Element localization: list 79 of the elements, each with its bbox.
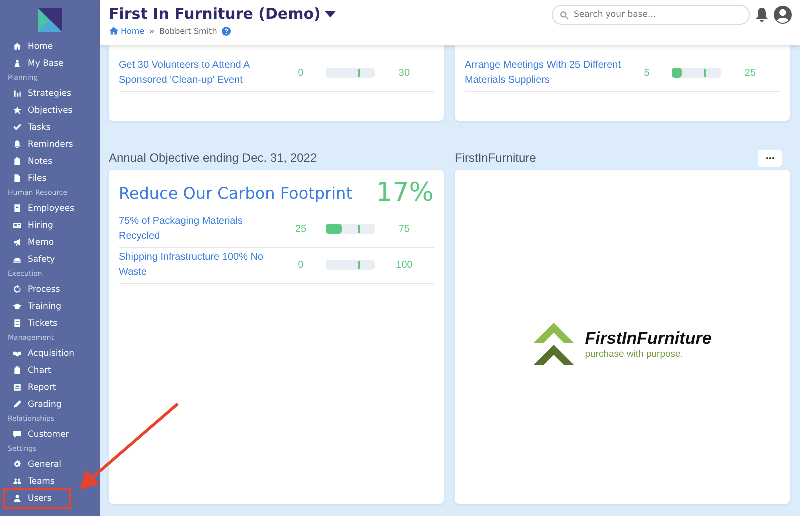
breadcrumb-current: Bobbert Smith [160, 26, 218, 36]
pen-icon [13, 400, 22, 409]
sidebar-item[interactable]: Employees [5, 200, 79, 217]
sidebar-item[interactable]: Grading [5, 396, 66, 413]
target-value: 30 [398, 68, 412, 78]
card-icon [13, 221, 22, 230]
sidebar-item[interactable]: My Base [5, 55, 68, 72]
target-value: 100 [395, 260, 414, 270]
sidebar-item[interactable]: Safety [5, 251, 60, 268]
brand-tagline: purchase with purpose. [585, 348, 684, 360]
progress-bar [672, 68, 721, 78]
current-value: 5 [643, 68, 651, 78]
sidebar-item[interactable]: Strategies [5, 85, 76, 102]
logo-icon [38, 8, 62, 32]
key-result-link[interactable]: Shipping Infrastructure 100% No Waste [119, 250, 286, 280]
house-icon [13, 42, 22, 51]
clipboard-icon [13, 157, 22, 166]
gear-icon [13, 460, 22, 469]
file-icon [13, 174, 22, 183]
sidebar-item[interactable]: Teams [5, 473, 59, 490]
sidebar-item[interactable]: Tasks [5, 119, 55, 136]
brand-name: FirstInFurniture [585, 328, 712, 348]
house-icon [109, 26, 119, 36]
help-icon[interactable] [222, 26, 232, 36]
people-icon [13, 477, 22, 486]
sidebar-item[interactable]: Memo [5, 234, 58, 251]
caret-icon[interactable] [324, 10, 336, 18]
sidebar-item[interactable]: Reminders [5, 136, 78, 153]
current-value: 0 [297, 260, 305, 270]
sidebar-item[interactable]: Chart [5, 362, 56, 379]
key-result-link[interactable]: Get 30 Volunteers to Attend A Sponsored 'Clean-up' Event [119, 58, 286, 88]
bell-icon[interactable] [754, 6, 770, 24]
sidebar-item[interactable]: Files [5, 170, 51, 187]
page-title: First In Furniture (Demo) [109, 5, 321, 23]
megaphone-icon [13, 238, 22, 247]
section-heading: FirstInFurniture [455, 151, 536, 165]
helmet-icon [13, 255, 22, 264]
report-icon [13, 383, 22, 392]
current-value: 25 [294, 224, 308, 234]
check-icon [13, 123, 22, 132]
target-value: 75 [398, 224, 412, 234]
more-button[interactable] [758, 150, 782, 166]
key-result-link[interactable]: 75% of Packaging Materials Recycled [119, 214, 286, 244]
user-avatar-icon[interactable] [774, 6, 792, 24]
sidebar-item[interactable]: Users [5, 490, 69, 507]
sidebar-item[interactable]: Customer [5, 426, 74, 443]
star-icon [13, 106, 22, 115]
sidebar-item[interactable]: Training [5, 298, 66, 315]
sidebar-item[interactable]: Objectives [5, 102, 77, 119]
person-icon [13, 59, 22, 68]
person-icon [13, 494, 22, 503]
progress-bar [326, 224, 375, 234]
chat-icon [13, 430, 22, 439]
section-heading: Annual Objective ending Dec. 31, 2022 [109, 151, 318, 165]
bell-icon [13, 140, 22, 149]
sidebar-item[interactable]: Notes [5, 153, 57, 170]
search-field[interactable]: Search your base... [552, 5, 750, 25]
key-result-link[interactable]: Arrange Meetings With 25 Different Materials Suppliers [465, 58, 632, 88]
sidebar-item[interactable]: Hiring [5, 217, 58, 234]
sidebar-item[interactable]: General [5, 456, 66, 473]
objective-title[interactable]: Reduce Our Carbon Footprint [119, 184, 352, 202]
sidebar-item[interactable]: Process [5, 281, 64, 298]
breadcrumb-separator: » [150, 26, 155, 36]
cap-icon [13, 302, 22, 311]
sidebar-item[interactable]: Acquisition [5, 345, 79, 362]
percent-complete: 17% [376, 178, 434, 208]
bars-icon [13, 89, 22, 98]
clipboard-icon [13, 366, 22, 375]
target-value: 25 [744, 68, 758, 78]
refresh-icon [13, 285, 22, 294]
ellipsis-icon [766, 156, 774, 160]
id-card-icon [13, 204, 22, 213]
sidebar-item[interactable]: Home [5, 38, 58, 55]
home-link[interactable]: Home [109, 26, 145, 36]
current-value: 0 [297, 68, 305, 78]
sidebar-item[interactable]: Report [5, 379, 60, 396]
receipt-icon [13, 319, 22, 328]
chevrons-icon [533, 323, 576, 365]
sidebar-item[interactable]: Tickets [5, 315, 62, 332]
